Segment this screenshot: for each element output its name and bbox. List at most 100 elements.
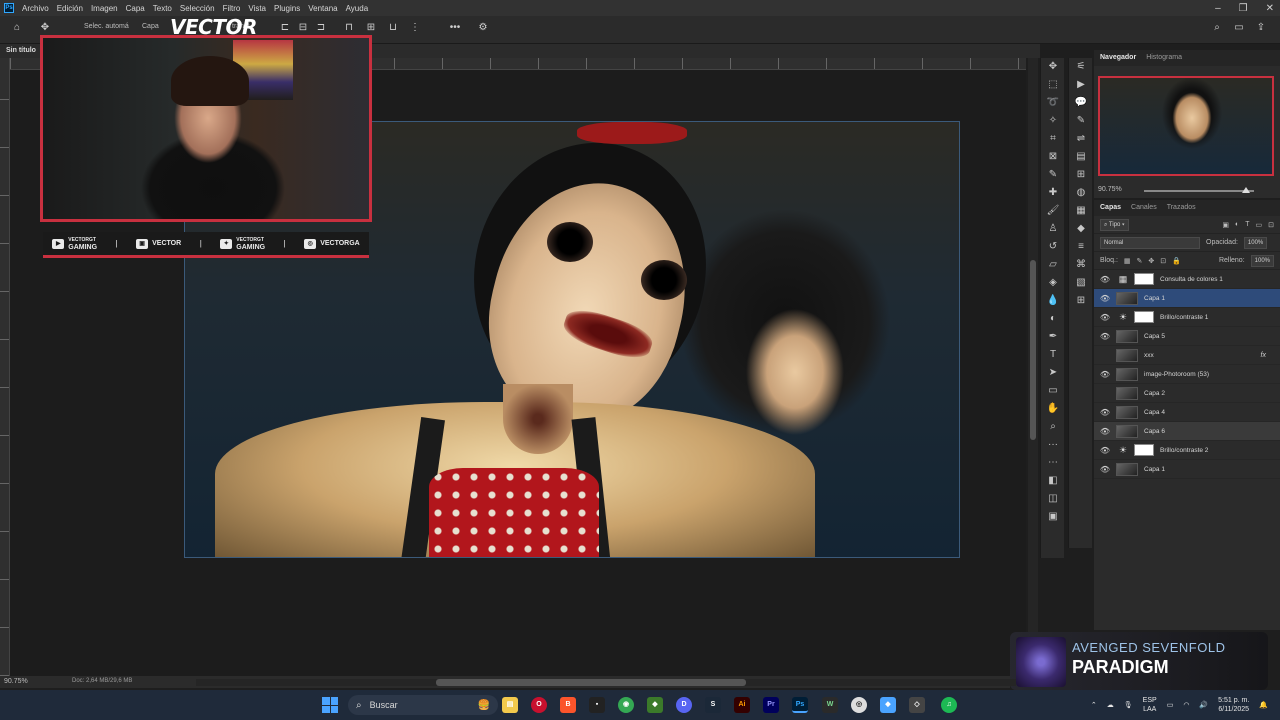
layer-mask-thumbnail[interactable] — [1134, 311, 1154, 323]
grid-icon[interactable]: ⊞ — [1069, 292, 1093, 310]
filter-smart-icon[interactable]: ⊡ — [1268, 221, 1274, 229]
layer-filter-dropdown[interactable]: ⌕ Tipo ▾ — [1100, 218, 1129, 231]
align-right-icon[interactable]: ⊐ — [314, 21, 328, 35]
app-copilot-icon[interactable]: ◆ — [880, 697, 896, 713]
screen-mode-icon[interactable]: ▣ — [1041, 508, 1065, 526]
layer-row[interactable]: 👁 ▦ Consulta de colores 1 — [1094, 270, 1280, 289]
photoshop-logo-icon[interactable]: Ps — [4, 3, 14, 13]
clock[interactable]: 5:51 p. m. 6/11/2025 — [1218, 696, 1249, 714]
visibility-eye-icon[interactable]: 👁 — [1098, 427, 1112, 436]
color-swatches-icon[interactable]: ◧ — [1041, 472, 1065, 490]
auto-select-label[interactable]: Selec. automá — [84, 23, 129, 30]
align-left-icon[interactable]: ⊏ — [278, 21, 292, 35]
spotify-icon[interactable]: ♫ — [941, 697, 957, 713]
share-icon[interactable]: ⇪ — [1254, 21, 1268, 35]
fill-input[interactable]: 100% — [1250, 254, 1274, 267]
eraser-tool-icon[interactable]: ▱ — [1041, 256, 1065, 274]
horizontal-scroll-thumb[interactable] — [436, 679, 746, 686]
frame-tool-icon[interactable]: ⊠ — [1041, 148, 1065, 166]
swatches-icon[interactable]: ▦ — [1069, 202, 1093, 220]
layer-dropdown[interactable]: Capa — [142, 23, 159, 30]
language-indicator[interactable]: ESP LAA — [1143, 696, 1157, 714]
color-icon[interactable]: ◍ — [1069, 184, 1093, 202]
comments-icon[interactable]: 💬 — [1069, 94, 1093, 112]
type-tool-icon[interactable]: T — [1041, 346, 1065, 364]
menu-texto[interactable]: Texto — [153, 4, 172, 13]
layer-row-selected[interactable]: 👁 Capa 1 — [1094, 289, 1280, 308]
history-brush-icon[interactable]: ↺ — [1041, 238, 1065, 256]
close-icon[interactable]: ✕ — [1266, 3, 1274, 14]
visibility-eye-icon[interactable]: 👁 — [1098, 275, 1112, 284]
layer-row[interactable]: 👁 Capa 6 — [1094, 422, 1280, 441]
layer-row[interactable]: 👁 ☀ Brillo/contraste 2 — [1094, 441, 1280, 460]
notifications-icon[interactable]: 🔔 — [1259, 701, 1268, 709]
layer-row[interactable]: xxx fx — [1094, 346, 1280, 365]
app-vector-icon[interactable]: W — [822, 697, 838, 713]
menu-archivo[interactable]: Archivo — [22, 4, 49, 13]
settings-gear-icon[interactable]: ⚙ — [476, 21, 490, 35]
app-green-icon[interactable]: ◆ — [647, 697, 663, 713]
layer-row[interactable]: 👁 Capa 1 — [1094, 460, 1280, 479]
display-icon[interactable]: ▭ — [1167, 701, 1174, 709]
discord-icon[interactable]: D — [676, 697, 692, 713]
menu-ayuda[interactable]: Ayuda — [346, 4, 369, 13]
layer-name[interactable]: Capa 2 — [1144, 390, 1165, 397]
layer-row[interactable]: 👁 Capa 5 — [1094, 327, 1280, 346]
quick-mask-icon[interactable]: ◫ — [1041, 490, 1065, 508]
rectangle-tool-icon[interactable]: ▭ — [1041, 382, 1065, 400]
layer-name[interactable]: Capa 1 — [1144, 466, 1165, 473]
network-icon[interactable]: ◠ — [1183, 701, 1189, 709]
filter-adjust-icon[interactable]: ◐ — [1235, 221, 1239, 228]
more-options-icon[interactable]: ••• — [448, 21, 462, 35]
layer-comps-icon[interactable]: ▧ — [1069, 274, 1093, 292]
more-tools-icon[interactable]: ··· — [1041, 436, 1065, 454]
premiere-icon[interactable]: Pr — [763, 697, 779, 713]
properties-icon[interactable]: ⚟ — [1069, 58, 1093, 76]
menu-edicion[interactable]: Edición — [57, 4, 83, 13]
taskbar-search[interactable]: ⌕ Buscar 🍔 — [348, 695, 498, 715]
layer-row[interactable]: Capa 2 — [1094, 384, 1280, 403]
dodge-tool-icon[interactable]: ◐ — [1041, 310, 1065, 328]
menu-seleccion[interactable]: Selección — [180, 4, 215, 13]
edit-toolbar-icon[interactable]: ⋯ — [1041, 454, 1065, 472]
layer-row[interactable]: 👁 ☀ Brillo/contraste 1 — [1094, 308, 1280, 327]
lasso-tool-icon[interactable]: ➰ — [1041, 94, 1065, 112]
workspace-icon[interactable]: ▭ — [1232, 21, 1246, 35]
layer-name[interactable]: Brillo/contraste 1 — [1160, 314, 1208, 321]
tray-app-icon[interactable]: ☁ — [1107, 701, 1114, 709]
app-obs-icon[interactable]: ◎ — [851, 697, 867, 713]
move-tool-icon[interactable]: ✥ — [38, 21, 52, 35]
layer-name[interactable]: Capa 4 — [1144, 409, 1165, 416]
tab-trazados[interactable]: Trazados — [1167, 204, 1196, 212]
visibility-eye-icon[interactable]: 👁 — [1098, 465, 1112, 474]
visibility-eye-icon[interactable]: 👁 — [1098, 446, 1112, 455]
distribute-icon[interactable]: ⋮ — [408, 21, 422, 35]
adjustments-icon[interactable]: ⇌ — [1069, 130, 1093, 148]
layer-mask-thumbnail[interactable] — [1134, 444, 1154, 456]
menu-filtro[interactable]: Filtro — [223, 4, 241, 13]
navigator-thumbnail[interactable] — [1098, 76, 1274, 176]
lock-transparency-icon[interactable]: ▦ — [1124, 257, 1131, 265]
chrome-icon[interactable]: ◉ — [618, 697, 634, 713]
tray-mic-icon[interactable]: 🎙 — [1124, 701, 1133, 709]
file-explorer-icon[interactable]: ▤ — [502, 697, 518, 713]
visibility-eye-icon[interactable]: 👁 — [1098, 370, 1112, 379]
pen-tool-icon[interactable]: ✒ — [1041, 328, 1065, 346]
libraries-icon[interactable]: ▤ — [1069, 148, 1093, 166]
tab-canales[interactable]: Canales — [1131, 204, 1157, 212]
navigator-zoom-slider[interactable] — [1144, 187, 1254, 193]
filter-shape-icon[interactable]: ▭ — [1256, 221, 1263, 229]
menu-ventana[interactable]: Ventana — [308, 4, 337, 13]
restore-icon[interactable]: ❐ — [1239, 3, 1248, 14]
minimize-icon[interactable]: – — [1215, 3, 1221, 14]
marquee-tool-icon[interactable]: ⬚ — [1041, 76, 1065, 94]
layer-mask-thumbnail[interactable] — [1134, 273, 1154, 285]
crop-tool-icon[interactable]: ⌗ — [1041, 130, 1065, 148]
lock-move-icon[interactable]: ✥ — [1148, 257, 1154, 265]
layer-name[interactable]: image-Photoroom (53) — [1144, 371, 1209, 378]
layer-name[interactable]: Brillo/contraste 2 — [1160, 447, 1208, 454]
tab-capas[interactable]: Capas — [1100, 204, 1121, 212]
paths-icon[interactable]: ⌘ — [1069, 256, 1093, 274]
move-tool-icon[interactable]: ✥ — [1041, 58, 1065, 76]
layer-name[interactable]: Capa 6 — [1144, 428, 1165, 435]
